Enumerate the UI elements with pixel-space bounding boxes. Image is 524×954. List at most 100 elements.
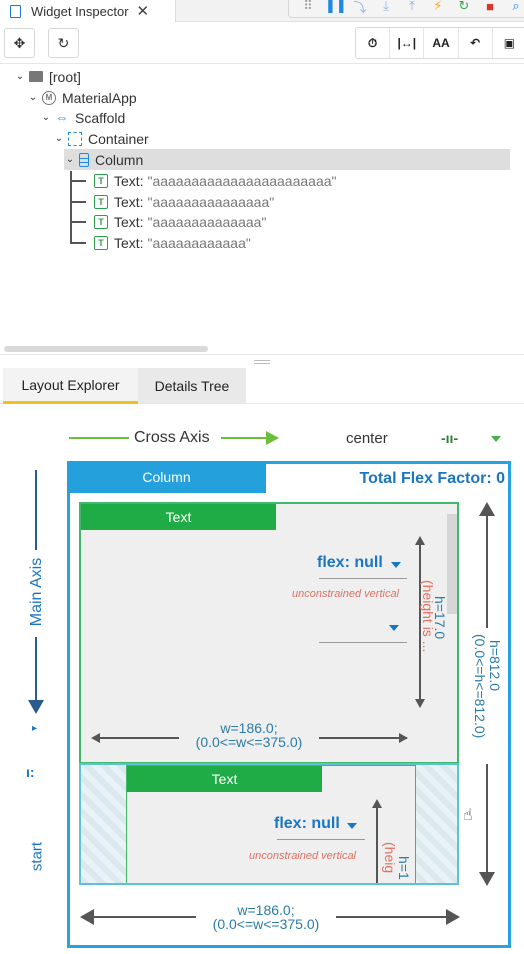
hot-restart-icon[interactable]: ↻	[455, 0, 473, 14]
step-out-icon[interactable]: ⤒	[403, 0, 421, 14]
tree-node-text[interactable]: T Text: "aaaaaaaaaaaaaaaaaaaaaaa"	[94, 170, 337, 191]
debug-toolbar: ⠿ ❚❚ ⤵ ⤓ ⤒ ⚡ ↻ ■ ⌕	[288, 0, 524, 18]
overlay-toggle-group: ⏱ |↔| AA ↶ ▣	[355, 27, 524, 59]
panel-splitter[interactable]	[0, 354, 524, 368]
tree-node-value: "aaaaaaaaaaaaaaa"	[147, 193, 275, 210]
child-vertical-scrollbar[interactable]	[447, 514, 457, 614]
arrow-left-icon	[80, 909, 94, 925]
arrow-down-icon	[479, 872, 495, 886]
text-widget-icon: T	[94, 235, 108, 250]
chevron-down-icon[interactable]: ⌄	[40, 112, 52, 123]
arrow-left-icon	[91, 733, 100, 743]
total-flex-factor: Total Flex Factor: 0	[359, 470, 505, 487]
tab-details-tree[interactable]: Details Tree	[138, 368, 246, 404]
chevron-down-icon[interactable]: ⌄	[53, 133, 65, 144]
flex-dropdown-icon[interactable]	[347, 823, 357, 829]
cross-axis-dropdown-icon[interactable]	[491, 436, 501, 442]
cross-axis-label: Cross Axis	[134, 429, 210, 446]
height-value: h=1	[396, 856, 412, 880]
outer-width-value: w=186.0; (0.0<=w<=375.0)	[196, 903, 336, 931]
tree-node-root[interactable]: ⌄ [root]	[14, 66, 81, 87]
text-child-box-2-area: Text flex: null unconstrained vertical h…	[79, 763, 459, 885]
text-widget-icon: T	[94, 194, 108, 209]
inspector-toolbar: ✥ ↻ ⏱ |↔| AA ↶ ▣	[0, 22, 524, 64]
flex-value: flex: null	[274, 815, 340, 832]
scaffold-icon: ⇔	[55, 110, 69, 125]
height-note: (height is ...	[420, 580, 436, 653]
material-app-icon: M	[42, 90, 56, 105]
folder-icon	[29, 71, 43, 82]
pause-icon[interactable]: ❚❚	[325, 0, 347, 14]
outer-height-value: h=812.0	[487, 640, 503, 691]
step-over-icon[interactable]: ⤵	[351, 0, 369, 16]
chevron-down-icon[interactable]: ⌄	[27, 92, 39, 103]
stop-icon[interactable]: ■	[481, 0, 499, 14]
flex-underline	[277, 839, 365, 840]
repaint-rainbow-icon[interactable]: ↶	[459, 28, 493, 58]
fit-underline	[319, 642, 407, 643]
select-widget-icon: ✥	[13, 34, 26, 51]
tree-node-column[interactable]: ⌄ Column	[64, 149, 510, 170]
column-header: Column	[67, 461, 266, 493]
tree-node-scaffold[interactable]: ⌄ ⇔ Scaffold	[40, 107, 126, 128]
text-child-box[interactable]: Text flex: null unconstrained vertical h…	[79, 502, 459, 764]
main-axis-dropdown-icon[interactable]: ▸	[32, 723, 37, 734]
tree-node-container[interactable]: ⌄ Container	[53, 128, 149, 149]
text-child-header: Text	[127, 766, 322, 792]
arrow-up-icon	[479, 502, 495, 516]
flex-value: flex: null	[317, 554, 383, 571]
step-into-icon[interactable]: ⤓	[377, 0, 395, 14]
width-value: w=186.0; (0.0<=w<=375.0)	[179, 721, 319, 749]
tree-node-text[interactable]: T Text: "aaaaaaaaaaaa"	[94, 232, 251, 253]
container-icon	[68, 131, 82, 146]
document-icon	[10, 4, 21, 18]
close-tab-icon[interactable]: ✕	[137, 2, 150, 20]
drag-handle-icon[interactable]: ⠿	[299, 0, 317, 14]
guidelines-icon[interactable]: |↔|	[390, 28, 425, 58]
refresh-icon: ↻	[57, 34, 70, 51]
widget-inspector-tab[interactable]: Widget Inspector ✕	[0, 0, 176, 22]
tree-node-text[interactable]: T Text: "aaaaaaaaaaaaaa"	[94, 211, 266, 232]
chevron-down-icon[interactable]: ⌄	[14, 71, 26, 82]
select-widget-button[interactable]: ✥	[4, 28, 35, 58]
flex-dropdown-icon[interactable]	[391, 562, 401, 568]
tree-node-value: "aaaaaaaaaaaaaa"	[147, 213, 267, 230]
tree-node-materialapp[interactable]: ⌄ M MaterialApp	[27, 87, 137, 108]
chevron-down-icon[interactable]: ⌄	[64, 154, 76, 165]
tree-node-text[interactable]: T Text: "aaaaaaaaaaaaaaa"	[94, 191, 274, 212]
arrow-down-icon	[415, 699, 425, 708]
oversized-images-icon[interactable]: ▣	[493, 28, 524, 58]
baselines-icon[interactable]: AA	[424, 28, 459, 58]
tree-node-label: MaterialApp	[62, 89, 137, 106]
hot-reload-icon[interactable]: ⚡	[429, 0, 447, 14]
align-start-icon: ı:	[26, 764, 35, 780]
fit-dropdown-icon[interactable]	[389, 625, 399, 631]
splitter-grip-icon[interactable]	[254, 359, 270, 364]
cross-axis-arrow-icon	[266, 431, 279, 445]
flex-value-dropdown[interactable]: flex: null	[274, 815, 340, 833]
tree-connector	[70, 171, 72, 243]
main-axis-line	[35, 637, 37, 703]
text-child-box[interactable]: Text flex: null unconstrained vertical h…	[126, 765, 416, 883]
main-axis-alignment-value[interactable]: start	[29, 837, 46, 877]
tab-title: Widget Inspector	[31, 3, 129, 19]
main-axis-line	[35, 470, 37, 550]
slow-animations-icon[interactable]: ⏱	[356, 28, 391, 58]
flex-value-dropdown[interactable]: flex: null	[317, 554, 383, 572]
tree-connector	[70, 221, 86, 223]
tree-node-label: [root]	[49, 68, 81, 85]
flex-underline	[319, 578, 407, 579]
tree-node-label: Container	[88, 130, 149, 147]
refresh-tree-button[interactable]: ↻	[48, 28, 79, 58]
outer-width-text: w=186.0;	[237, 902, 295, 918]
arrow-right-icon	[399, 733, 408, 743]
tab-layout-explorer[interactable]: Layout Explorer	[3, 368, 138, 404]
inspect-icon[interactable]: ⌕	[507, 0, 524, 14]
cross-axis-alignment-value[interactable]: center	[346, 430, 388, 447]
align-center-icon: -ıı-	[441, 430, 459, 446]
height-dimension-line	[376, 806, 378, 883]
tree-node-label: Text:	[114, 213, 144, 230]
tree-horizontal-scrollbar[interactable]	[4, 346, 208, 352]
outer-height-range: (0.0<=h<=812.0)	[472, 634, 488, 739]
arrow-right-icon	[446, 909, 460, 925]
